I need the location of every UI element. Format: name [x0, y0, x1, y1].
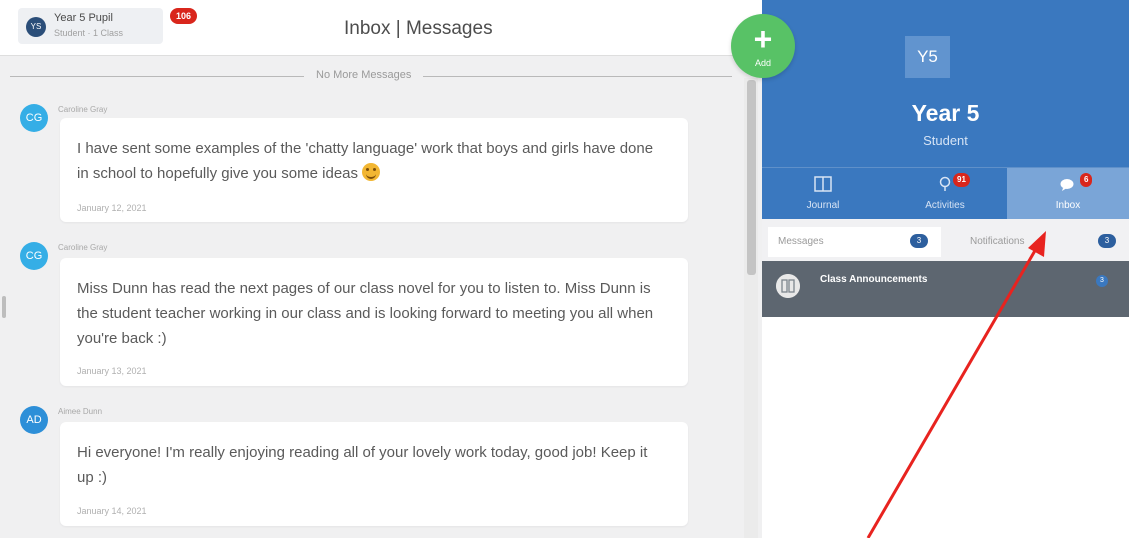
top-bar: YS Year 5 Pupil Student · 1 Class 106 In…: [0, 0, 762, 56]
sender-avatar: AD: [20, 406, 48, 434]
user-subtitle: Student · 1 Class: [54, 28, 124, 38]
sender-name: Caroline Gray: [58, 243, 108, 252]
inbox-icon: [1060, 179, 1074, 191]
message-date: January 13, 2021: [77, 366, 147, 376]
message-date: January 12, 2021: [77, 203, 147, 213]
notification-badge: 106: [170, 8, 198, 24]
message-card: I have sent some examples of the 'chatty…: [60, 118, 688, 222]
message-card: Miss Dunn has read the next pages of our…: [60, 258, 688, 386]
activities-badge: 91: [953, 173, 970, 187]
tab-label: Messages: [778, 236, 824, 247]
section-nav: Journal 91 Activities 6 Inbox: [762, 167, 1129, 220]
tab-messages[interactable]: Messages 3: [768, 227, 941, 257]
sender-name: Caroline Gray: [58, 105, 108, 114]
smiley-emoji-icon: [362, 163, 381, 181]
message-date: January 14, 2021: [77, 506, 147, 516]
nav-label: Journal: [806, 200, 840, 211]
nav-journal[interactable]: Journal: [762, 168, 884, 220]
tab-count-badge: 3: [910, 234, 928, 248]
announcement-icon: [776, 274, 800, 298]
no-more-messages-label: No More Messages: [304, 69, 424, 81]
profile-avatar: Y5: [905, 36, 950, 78]
add-button[interactable]: + Add: [731, 14, 795, 78]
conversation-count-badge: 3: [1096, 275, 1108, 287]
sidebar-panel: Y5 Year 5 Student Journal 91 Activities: [762, 0, 1129, 538]
inbox-tabs: Messages 3 Notifications 3: [762, 219, 1129, 261]
collapse-handle[interactable]: [2, 296, 6, 318]
message-card: Hi everyone! I'm really enjoying reading…: [60, 422, 688, 526]
app-root: YS Year 5 Pupil Student · 1 Class 106 In…: [0, 0, 1129, 538]
scrollbar-thumb[interactable]: [747, 80, 756, 275]
profile-header: Y5 Year 5 Student: [762, 0, 1129, 167]
message-pane: YS Year 5 Pupil Student · 1 Class 106 In…: [0, 0, 762, 538]
nav-activities[interactable]: 91 Activities: [884, 168, 1006, 220]
conversation-title: Class Announcements: [820, 274, 928, 285]
journal-icon: [814, 176, 832, 192]
conversation-item-class-announcements[interactable]: Class Announcements 3: [762, 261, 1129, 317]
message-text: Hi everyone! I'm really enjoying reading…: [77, 444, 648, 486]
nav-label: Activities: [925, 200, 965, 211]
user-avatar: YS: [26, 17, 46, 37]
message-text: Miss Dunn has read the next pages of our…: [77, 280, 654, 347]
sender-avatar: CG: [20, 104, 48, 132]
tab-label: Notifications: [970, 236, 1025, 247]
tab-count-badge: 3: [1098, 234, 1116, 248]
nav-label: Inbox: [1055, 200, 1081, 211]
profile-name: Year 5: [911, 100, 980, 126]
sender-name: Aimee Dunn: [58, 407, 103, 416]
profile-role: Student: [923, 133, 968, 148]
plus-icon: +: [753, 21, 773, 57]
sender-avatar: CG: [20, 242, 48, 270]
user-switcher[interactable]: YS Year 5 Pupil Student · 1 Class 106: [18, 8, 198, 44]
message-text: I have sent some examples of the 'chatty…: [77, 140, 654, 182]
add-button-label: Add: [754, 58, 771, 68]
nav-inbox[interactable]: 6 Inbox: [1007, 168, 1129, 220]
activities-icon: [939, 176, 951, 191]
page-title: Inbox | Messages: [344, 18, 493, 39]
user-name: Year 5 Pupil: [54, 12, 113, 24]
inbox-badge: 6: [1080, 173, 1093, 187]
